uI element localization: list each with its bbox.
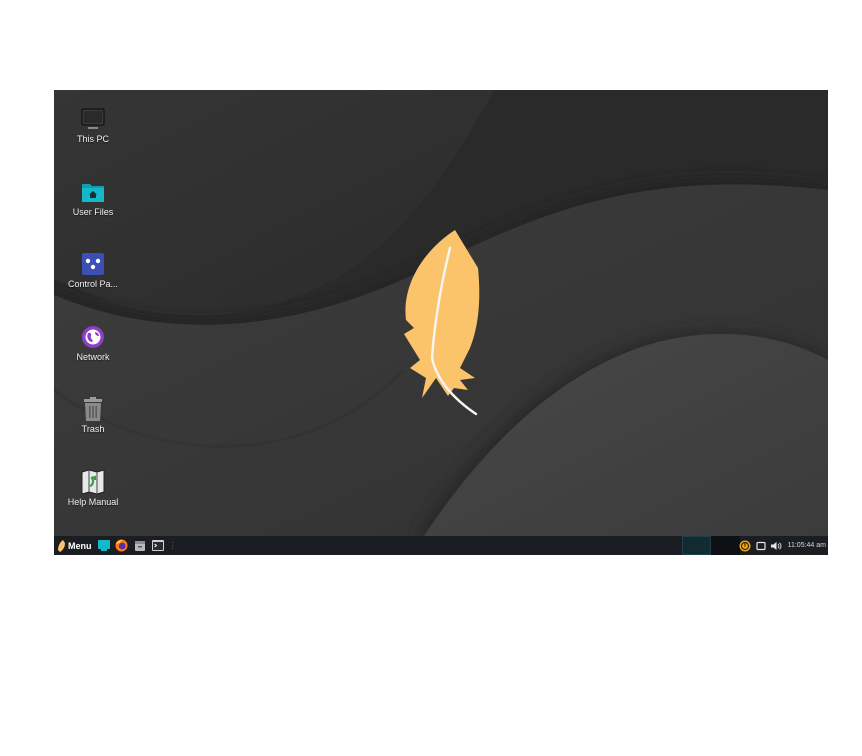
update-notifier-icon[interactable]	[739, 540, 751, 552]
desktop-icon-help-manual[interactable]: Help Manual	[60, 465, 126, 525]
control-panel-icon	[80, 251, 106, 277]
feather-logo	[404, 230, 480, 416]
monitor-icon	[80, 106, 106, 132]
clock[interactable]: 11:05:44 am	[788, 542, 826, 549]
workspace-switcher[interactable]	[682, 536, 740, 555]
desktop-icon-label: User Files	[72, 207, 114, 217]
taskbar: Menu ⋮ 11:05:44 am	[54, 536, 828, 555]
panel-separator: ⋮	[168, 541, 177, 550]
desktop: This PC User Files Control Pa... Network…	[54, 90, 828, 536]
clipboard-icon[interactable]	[755, 540, 767, 552]
desktop-icon-control-panel[interactable]: Control Pa...	[60, 247, 126, 307]
help-manual-icon	[80, 469, 106, 495]
desktop-icon-user-files[interactable]: User Files	[60, 175, 126, 235]
desktop-icon-label: Network	[76, 352, 110, 362]
desktop-icon-this-pc[interactable]: This PC	[60, 102, 126, 162]
volume-icon[interactable]	[771, 540, 783, 552]
desktop-icon-label: Help Manual	[67, 497, 119, 507]
menu-label: Menu	[68, 540, 92, 551]
menu-button[interactable]: Menu	[54, 536, 95, 555]
feather-menu-icon	[58, 539, 65, 552]
network-globe-icon	[80, 324, 106, 350]
desktop-icon-trash[interactable]: Trash	[60, 392, 126, 452]
desktop-icon-label: Trash	[81, 424, 105, 434]
trash-icon	[80, 396, 106, 422]
file-manager-icon[interactable]	[133, 539, 147, 553]
workspace-1[interactable]	[682, 536, 711, 555]
system-tray: 11:05:44 am	[737, 536, 826, 555]
firefox-icon[interactable]	[115, 539, 129, 553]
desktop-icon-label: This PC	[76, 134, 109, 144]
home-folder-icon	[80, 179, 106, 205]
terminal-icon[interactable]	[151, 539, 165, 553]
desktop-icon-network[interactable]: Network	[60, 320, 126, 380]
desktop-icon-label: Control Pa...	[67, 279, 119, 289]
show-desktop-icon[interactable]	[97, 539, 111, 553]
